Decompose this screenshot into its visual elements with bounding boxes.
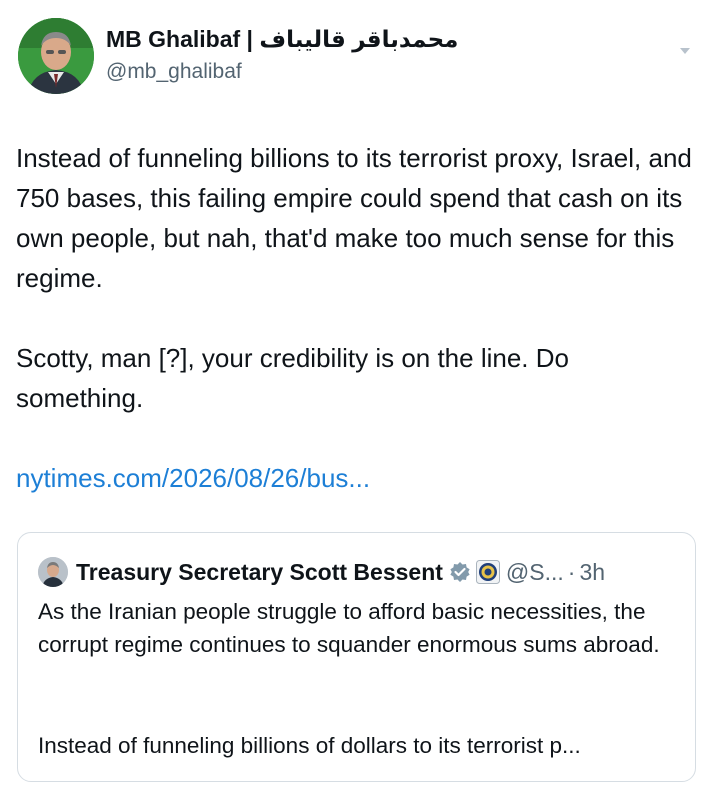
portrait-avatar-icon: [38, 557, 68, 587]
article-link[interactable]: nytimes.com/2026/08/26/bus...: [16, 458, 370, 498]
author-name[interactable]: MB Ghalibaf | محمدباقر قالیباف: [106, 26, 458, 53]
separator-dot: ·: [567, 558, 576, 585]
quoted-tweet-header: Treasury Secretary Scott Bessent @S... · 3…: [38, 557, 605, 587]
tweet-header: MB Ghalibaf | محمدباقر قالیباف @mb_ghali…: [18, 18, 698, 98]
quoted-tweet-body: As the Iranian people struggle to afford…: [38, 595, 688, 758]
quoted-author-avatar[interactable]: [38, 557, 68, 587]
quoted-author-handle[interactable]: @S...: [506, 559, 564, 586]
quoted-paragraph-1: As the Iranian people struggle to afford…: [38, 599, 660, 657]
quoted-paragraph-2: Instead of funneling billions of dollars…: [38, 733, 581, 758]
tweet-paragraph-2: Scotty, man [?], your credibility is on …: [16, 343, 569, 413]
verified-badge-icon: [449, 561, 471, 583]
treasury-seal-icon: [475, 560, 500, 584]
author-avatar[interactable]: [18, 18, 94, 94]
tweet-body: Instead of funneling billions to its ter…: [16, 138, 696, 413]
more-options-caret-icon[interactable]: [680, 48, 690, 54]
tweet-paragraph-1: Instead of funneling billions to its ter…: [16, 143, 692, 293]
author-handle[interactable]: @mb_ghalibaf: [106, 60, 242, 84]
quoted-tweet-card[interactable]: Treasury Secretary Scott Bessent @S... · 3…: [17, 532, 696, 782]
quoted-tweet-timestamp[interactable]: 3h: [579, 559, 605, 586]
portrait-avatar-icon: [18, 18, 94, 94]
quoted-author-name[interactable]: Treasury Secretary Scott Bessent: [76, 559, 443, 586]
